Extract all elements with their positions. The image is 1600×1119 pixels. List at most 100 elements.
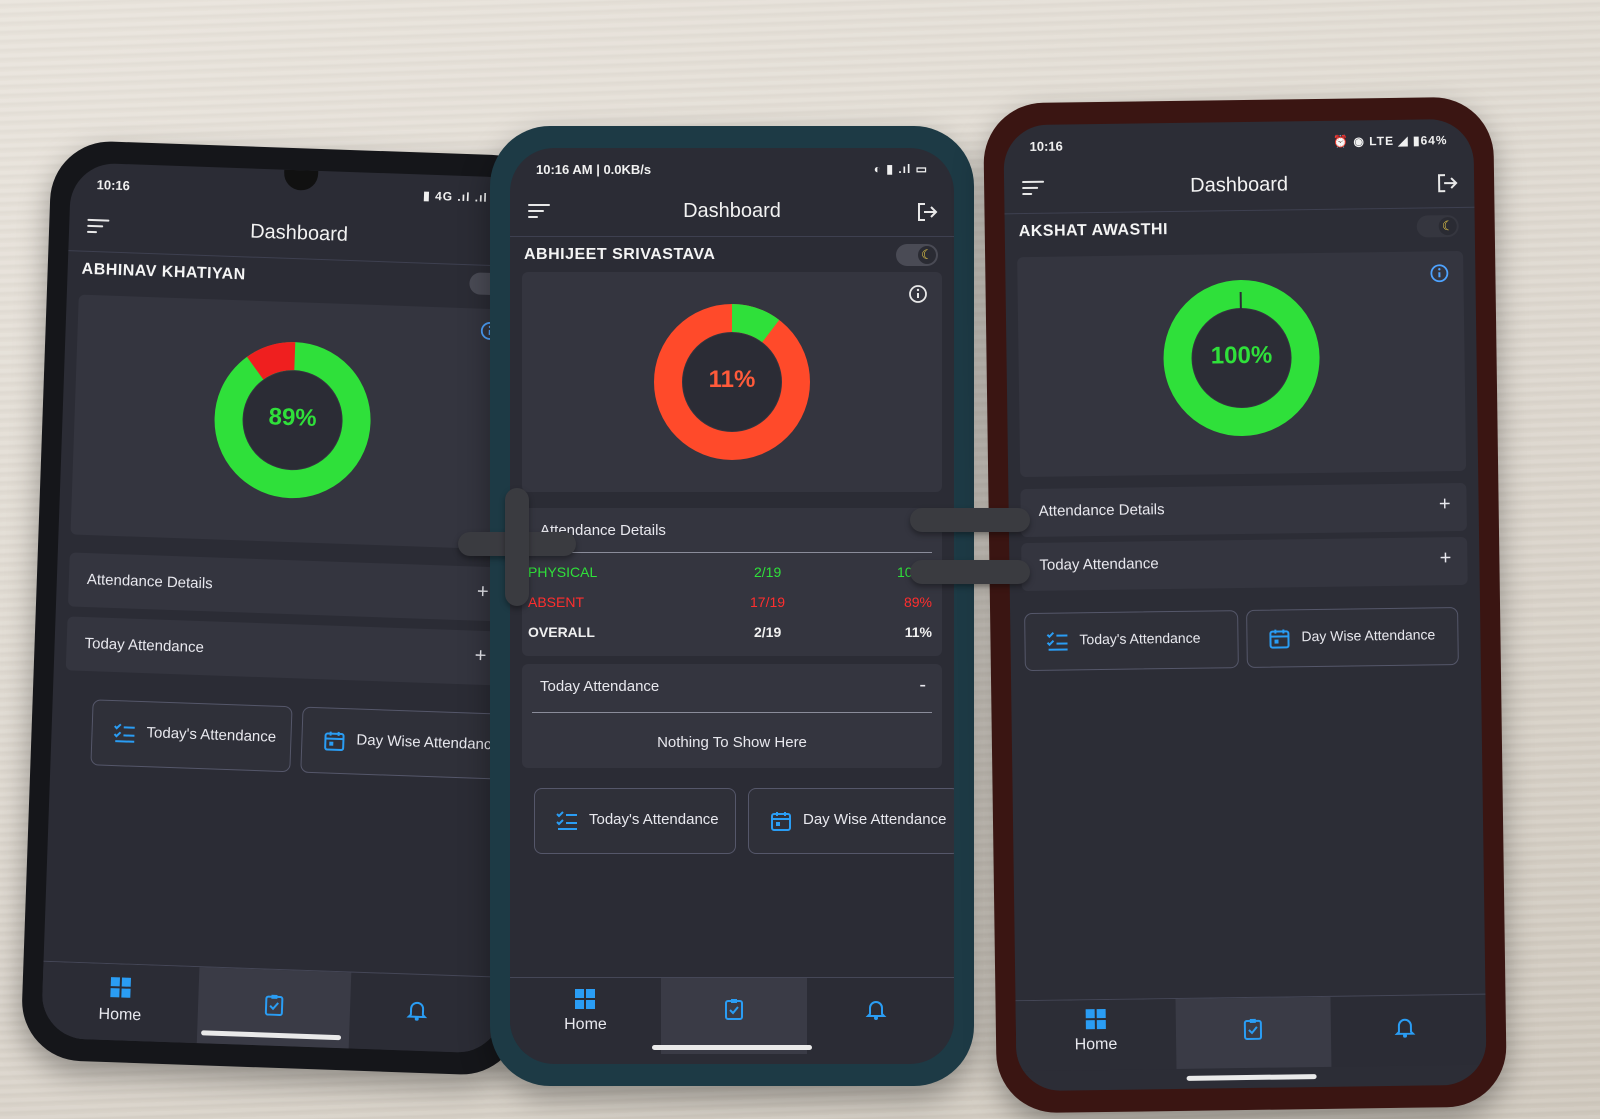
today-attendance-section[interactable]: Today Attendance +	[65, 616, 504, 686]
section-label: Attendance Details	[1038, 501, 1165, 520]
attendance-donut: 11%	[652, 302, 812, 462]
button-label: Today's Attendance	[146, 724, 277, 746]
status-bar: 10:16 ⏰ ◉ LTE ◢ ▮64%	[1029, 133, 1447, 159]
gesture-bar	[652, 1045, 812, 1050]
attendance-donut: 89%	[210, 337, 375, 502]
nav-home-tab[interactable]: Home	[40, 961, 200, 1044]
equals-operator	[910, 508, 1030, 588]
bell-icon[interactable]	[406, 998, 429, 1021]
empty-state-text: Nothing To Show Here	[657, 734, 807, 751]
info-icon[interactable]	[1429, 263, 1449, 283]
status-icons: ◐ ▮ .ıl ▭	[873, 162, 928, 176]
todays-attendance-button[interactable]: Today's Attendance	[1024, 610, 1239, 672]
phone-middle: 10:16 AM | 0.0KB/s ◐ ▮ .ıl ▭ Dashboard A…	[490, 126, 974, 1086]
phone-middle-screen: 10:16 AM | 0.0KB/s ◐ ▮ .ıl ▭ Dashboard A…	[510, 148, 954, 1064]
phone-left: 10:16 ▮ 4G .ıl .ıl ▭ Dashboard ABHINAV K…	[20, 139, 552, 1077]
attendance-donut: 100%	[1160, 277, 1322, 439]
attendance-percent: 100%	[1210, 341, 1273, 370]
button-label: Today's Attendance	[589, 811, 719, 828]
moon-icon: ☾	[1438, 217, 1457, 236]
theme-toggle[interactable]: ☾	[896, 244, 938, 266]
nav-attendance-tab[interactable]	[660, 978, 808, 1054]
user-row: AKSHAT AWASTHI ☾	[1005, 209, 1475, 252]
row-fraction: 17/19	[750, 594, 786, 610]
user-name: ABHINAV KHATIYAN	[81, 260, 247, 284]
row-fraction: 2/19	[754, 624, 782, 640]
collapse-icon[interactable]: -	[919, 674, 926, 697]
phone-right: 10:16 ⏰ ◉ LTE ◢ ▮64% Dashboard AKSHAT AW…	[982, 96, 1508, 1114]
calendar-icon	[1269, 629, 1290, 649]
info-icon[interactable]	[908, 284, 928, 304]
page-title: Dashboard	[1190, 173, 1289, 197]
equals-bar-top	[910, 508, 1030, 532]
button-label: Day Wise Attendance	[1301, 626, 1436, 645]
day-wise-attendance-button[interactable]: Day Wise Attendance	[1246, 607, 1459, 668]
logout-icon[interactable]	[916, 202, 938, 222]
home-grid-icon	[575, 989, 596, 1009]
plus-operator	[458, 488, 576, 606]
equals-bar-bottom	[910, 560, 1030, 584]
row-label: OVERALL	[528, 624, 595, 640]
user-name: ABHIJEET SRIVASTAVA	[524, 246, 716, 263]
calendar-icon	[324, 731, 345, 752]
divider	[532, 712, 932, 713]
attendance-chart-card: 89%	[70, 294, 515, 550]
today-attendance-panel: Today Attendance - Nothing To Show Here	[522, 664, 942, 768]
plus-bar-vertical	[505, 488, 529, 606]
overall-row: OVERALL 2/19 11%	[522, 618, 942, 648]
row-fraction: 2/19	[754, 564, 782, 580]
physical-row: PHYSICAL 2/19 10.53	[522, 558, 942, 588]
user-row: ABHIJEET SRIVASTAVA ☾	[510, 238, 954, 274]
todays-attendance-button[interactable]: Today's Attendance	[534, 788, 736, 854]
checklist-icon	[1046, 631, 1068, 651]
row-percent: 89%	[903, 594, 932, 610]
theme-toggle[interactable]: ☾	[1416, 214, 1459, 238]
bell-icon[interactable]	[1393, 1016, 1415, 1038]
row-percent: 11%	[904, 624, 932, 640]
absent-row: ABSENT 17/19 89%	[522, 588, 942, 618]
status-time: 10:16	[1029, 138, 1063, 154]
expand-icon[interactable]: +	[1439, 493, 1451, 516]
button-label: Day Wise Attendance	[356, 731, 501, 754]
clipboard-check-icon	[265, 994, 284, 1017]
phone-left-screen: 10:16 ▮ 4G .ıl .ıl ▭ Dashboard ABHINAV K…	[40, 162, 532, 1054]
attendance-details-section[interactable]: Attendance Details +	[1020, 482, 1467, 538]
today-attendance-section[interactable]: Today Attendance +	[1021, 536, 1468, 592]
home-grid-icon	[110, 977, 132, 998]
section-label: Attendance Details	[86, 571, 214, 593]
expand-icon[interactable]: +	[1440, 547, 1452, 570]
status-time: 10:16	[96, 177, 131, 194]
page-title: Dashboard	[249, 220, 349, 246]
user-name: AKSHAT AWASTHI	[1018, 221, 1169, 241]
bell-icon[interactable]	[865, 998, 887, 1020]
todays-attendance-button[interactable]: Today's Attendance	[90, 699, 293, 773]
attendance-percent: 11%	[708, 366, 756, 393]
calendar-icon	[771, 812, 791, 831]
app-header: Dashboard	[1003, 158, 1475, 215]
today-title: Today Attendance	[540, 678, 660, 695]
bottom-nav: Home	[40, 960, 504, 1054]
attendance-details-section[interactable]: Attendance Details +	[67, 552, 506, 622]
attendance-details-panel: Attendance Details - PHYSICAL 2/19 10.53…	[522, 508, 942, 656]
clipboard-check-icon	[1244, 1018, 1263, 1041]
day-wise-attendance-button[interactable]: Day Wise Attendance	[748, 788, 954, 854]
logout-icon[interactable]	[1436, 173, 1458, 193]
app-header: Dashboard	[510, 188, 954, 237]
nav-home-tab[interactable]: Home	[1015, 999, 1177, 1072]
moon-icon: ☾	[918, 246, 936, 264]
nav-home-tab[interactable]: Home	[510, 978, 661, 1054]
status-bar: 10:16 AM | 0.0KB/s ◐ ▮ .ıl ▭	[536, 162, 928, 182]
nav-home-label: Home	[564, 1016, 607, 1033]
nav-home-label: Home	[1074, 1035, 1118, 1054]
status-time: 10:16 AM | 0.0KB/s	[536, 162, 652, 177]
checklist-icon	[113, 723, 135, 743]
bottom-nav: Home	[510, 977, 954, 1054]
phone-right-screen: 10:16 ⏰ ◉ LTE ◢ ▮64% Dashboard AKSHAT AW…	[1003, 118, 1487, 1092]
expand-icon[interactable]: +	[474, 645, 486, 668]
checklist-icon	[556, 811, 577, 830]
status-icons: ⏰ ◉ LTE ◢ ▮64%	[1333, 133, 1448, 149]
nav-attendance-tab[interactable]	[1175, 996, 1332, 1070]
clipboard-check-icon	[725, 999, 744, 1020]
button-label: Day Wise Attendance	[803, 811, 947, 828]
button-label: Today's Attendance	[1079, 629, 1201, 648]
